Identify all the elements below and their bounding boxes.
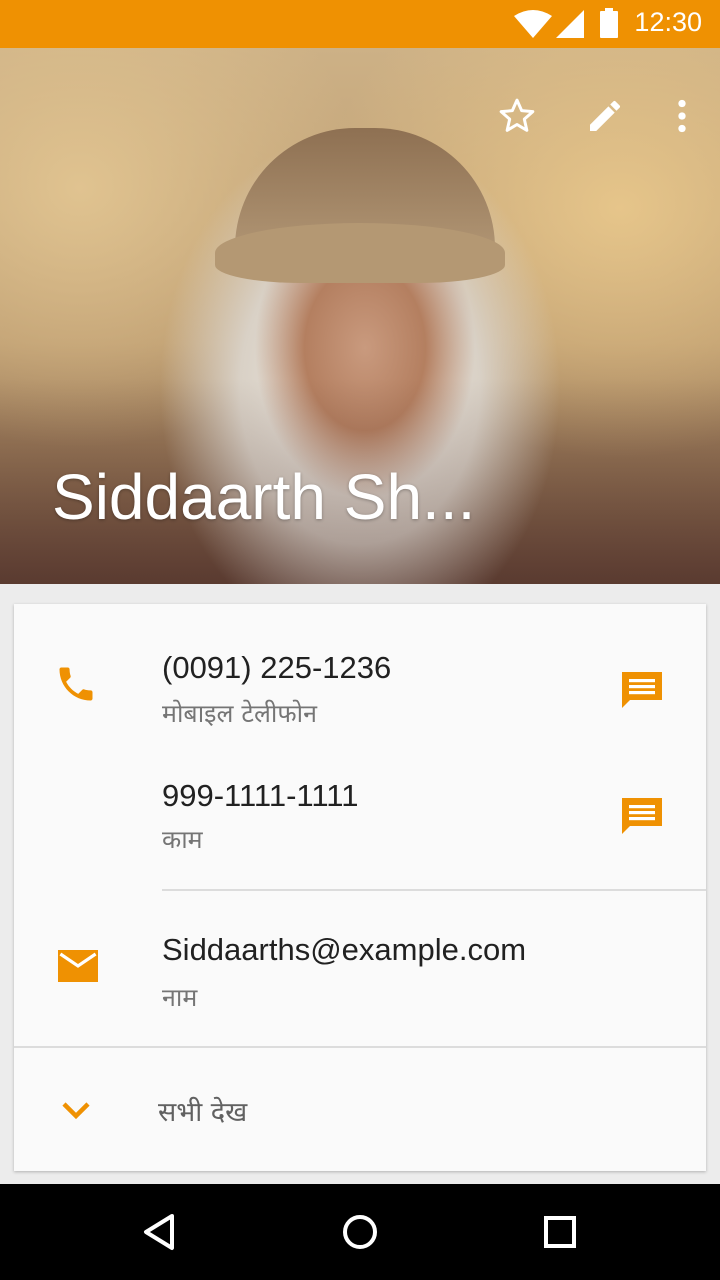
- edit-contact-button[interactable]: [573, 84, 637, 148]
- back-triangle-icon: [144, 1214, 174, 1250]
- wifi-icon: [514, 10, 552, 38]
- message-icon: [622, 798, 662, 834]
- section-divider: [162, 889, 706, 891]
- see-all-label: सभी देख: [158, 1097, 248, 1128]
- phone-number: 999-1111-1111: [162, 778, 359, 813]
- status-bar: 12:30: [0, 0, 720, 48]
- send-message-button[interactable]: [614, 662, 670, 718]
- send-message-button[interactable]: [614, 788, 670, 844]
- clock: 12:30: [634, 7, 702, 37]
- back-button[interactable]: [120, 1202, 200, 1262]
- phone-type-label: काम: [162, 825, 203, 854]
- overflow-menu-icon: [678, 99, 686, 133]
- chevron-down-icon: [62, 1102, 90, 1120]
- phone-type-label: मोबाइल टेलीफोन: [162, 699, 317, 728]
- cellular-signal-icon: [556, 10, 584, 38]
- message-icon: [622, 672, 662, 708]
- recents-button[interactable]: [520, 1202, 600, 1262]
- more-options-button[interactable]: [650, 84, 714, 148]
- battery-icon: [600, 8, 618, 38]
- see-all-button[interactable]: सभी देख: [14, 1048, 706, 1171]
- email-address: Siddaarths@example.com: [162, 932, 527, 967]
- phone-entry-mobile[interactable]: (0091) 225-1236 मोबाइल टेलीफोन: [14, 632, 706, 742]
- edit-pencil-icon: [590, 100, 621, 131]
- email-icon: [58, 950, 98, 982]
- email-entry[interactable]: Siddaarths@example.com नाम: [14, 914, 706, 1034]
- email-type-label: नाम: [162, 983, 198, 1012]
- phone-entry-work[interactable]: 999-1111-1111 काम: [14, 760, 706, 870]
- home-circle-icon: [343, 1215, 377, 1249]
- phone-number: (0091) 225-1236: [162, 650, 392, 685]
- contact-name: Siddaarth Sh...: [52, 461, 476, 533]
- navigation-bar: [0, 1184, 720, 1280]
- contact-photo-header: Siddaarth Sh...: [0, 48, 720, 584]
- favorite-button[interactable]: [485, 84, 549, 148]
- star-outline-icon: [499, 98, 535, 132]
- home-button[interactable]: [320, 1202, 400, 1262]
- phone-icon: [59, 667, 93, 701]
- contact-details-card: (0091) 225-1236 मोबाइल टेलीफोन 999-1111-…: [14, 604, 706, 1171]
- recents-square-icon: [544, 1216, 576, 1248]
